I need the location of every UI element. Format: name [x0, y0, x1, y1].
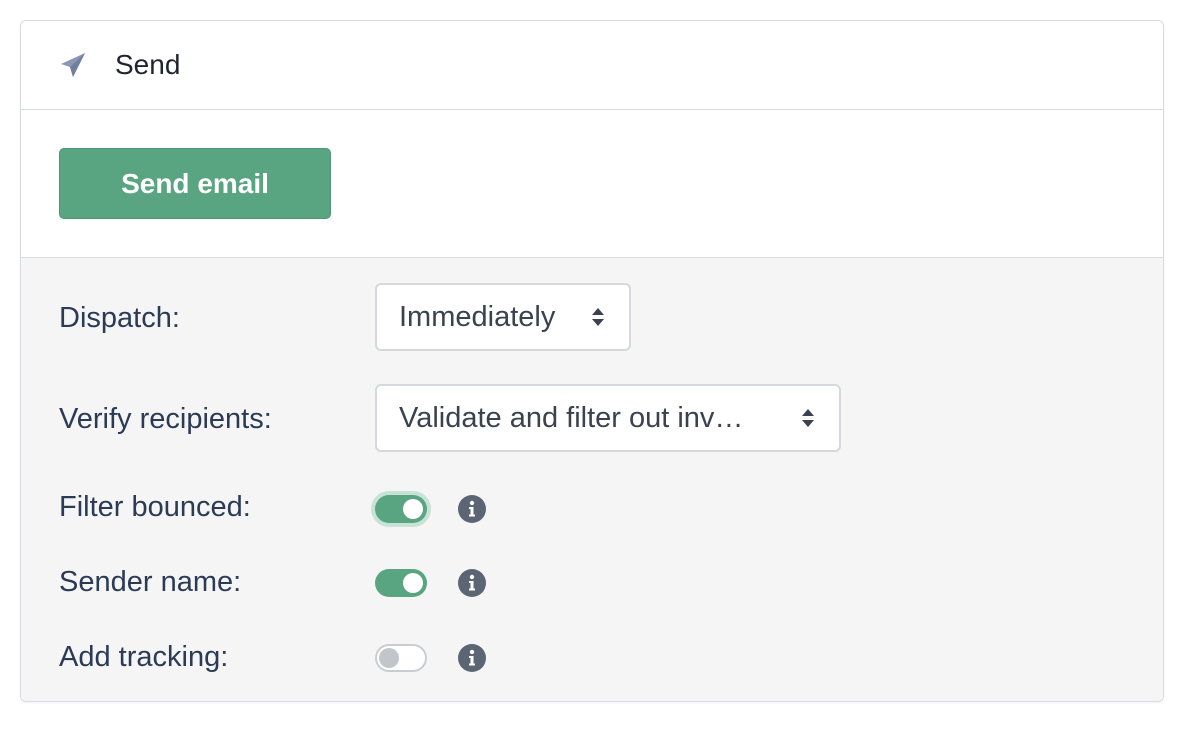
verify-recipients-select[interactable]: Validate and filter out inv…: [375, 384, 841, 452]
toggle-knob: [379, 648, 399, 668]
filter-bounced-label: Filter bounced:: [59, 491, 251, 523]
dispatch-label: Dispatch:: [59, 302, 180, 334]
filter-bounced-toggle[interactable]: [375, 495, 427, 523]
sender-name-toggle[interactable]: [375, 569, 427, 597]
actions-section: Send email: [21, 110, 1163, 258]
sort-arrows-icon: [592, 308, 604, 326]
info-icon[interactable]: [457, 643, 487, 673]
verify-recipients-label: Verify recipients:: [59, 403, 272, 435]
sort-arrows-icon: [802, 409, 814, 427]
add-tracking-toggle[interactable]: [375, 644, 427, 672]
send-email-button[interactable]: Send email: [59, 148, 331, 219]
panel-header: Send: [21, 21, 1163, 110]
send-panel: Send Send email Dispatch: Immediately Ve…: [20, 20, 1164, 702]
verify-recipients-value: Validate and filter out inv…: [399, 401, 744, 434]
paper-plane-icon: [61, 53, 85, 77]
settings-section: Dispatch: Immediately Verify recipients:…: [21, 258, 1163, 701]
info-icon[interactable]: [457, 494, 487, 524]
dispatch-select[interactable]: Immediately: [375, 283, 631, 351]
info-icon[interactable]: [457, 568, 487, 598]
dispatch-value: Immediately: [399, 300, 556, 333]
panel-title: Send: [115, 49, 181, 80]
toggle-knob: [403, 573, 423, 593]
toggle-knob: [403, 499, 423, 519]
sender-name-label: Sender name:: [59, 566, 242, 598]
add-tracking-label: Add tracking:: [59, 641, 229, 673]
